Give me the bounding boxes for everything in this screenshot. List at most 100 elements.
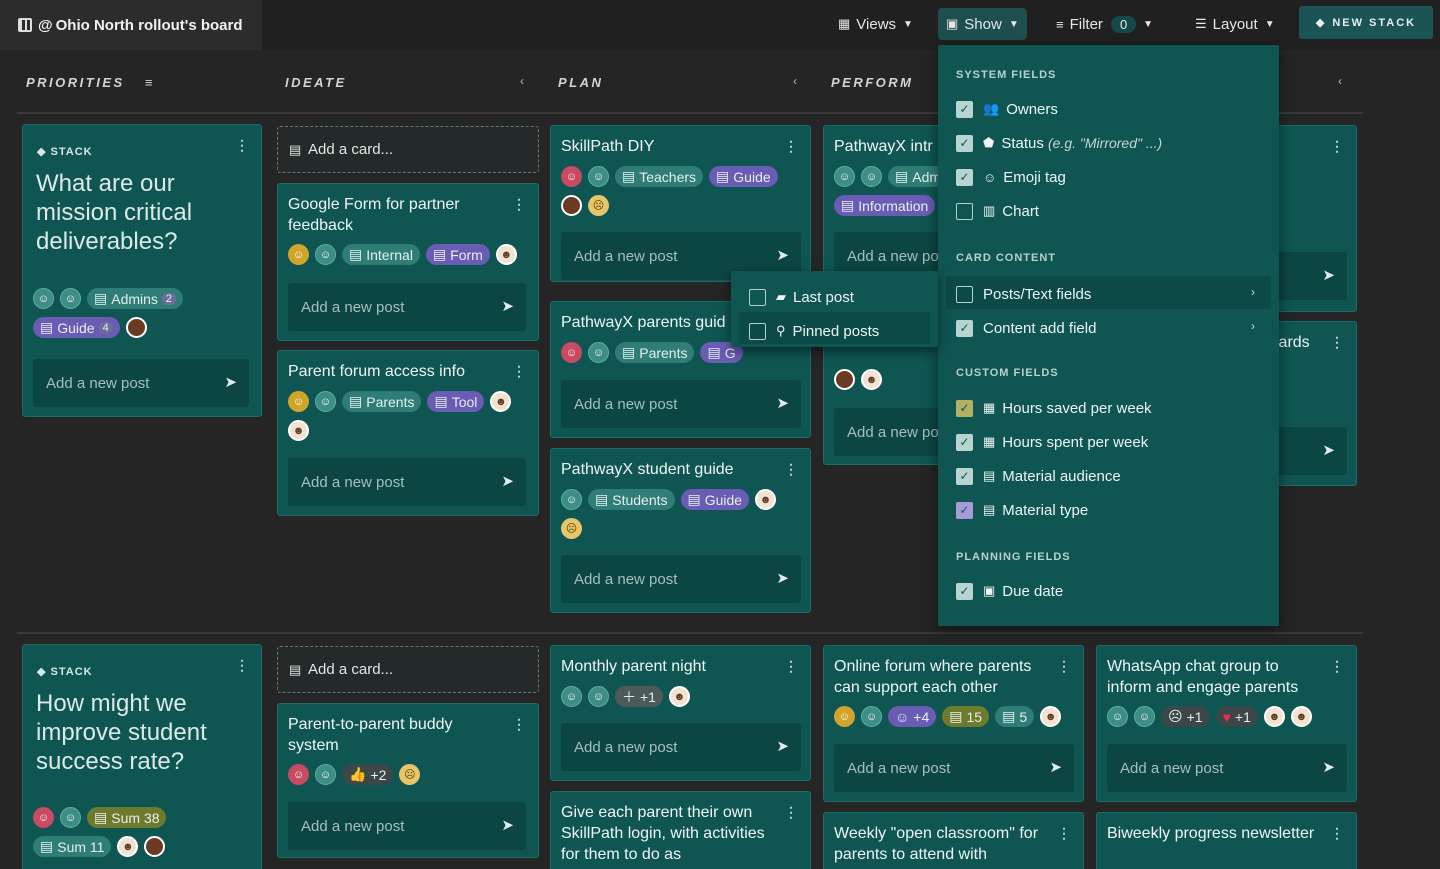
option-status[interactable]: ✓ ⬟ Status (e.g. "Mirrored" ...): [956, 131, 1162, 155]
more-options-icon[interactable]: ⋮: [784, 461, 798, 478]
add-post-input[interactable]: Add a new post ➤: [561, 555, 801, 603]
checkbox-checked[interactable]: ✓: [956, 582, 973, 600]
card[interactable]: ⋮ ➤: [1270, 125, 1357, 312]
more-options-icon[interactable]: ⋮: [1057, 825, 1071, 842]
tag-guide[interactable]: ▤ Guide: [680, 489, 750, 510]
send-icon[interactable]: ➤: [776, 737, 789, 755]
option-hours-saved[interactable]: ✓ ▦ Hours saved per week: [956, 396, 1152, 420]
card[interactable]: PathwayX student guide ⋮ ☺ ▤ Students ▤ …: [550, 448, 811, 613]
more-options-icon[interactable]: ⋮: [1330, 825, 1344, 842]
send-icon[interactable]: ➤: [1322, 441, 1335, 459]
views-button[interactable]: ▦ Views ▼: [830, 8, 921, 40]
more-options-icon[interactable]: ⋮: [784, 804, 798, 821]
tag-parents[interactable]: ▤ Parents: [615, 342, 695, 363]
more-options-icon[interactable]: ⋮: [784, 658, 798, 675]
option-material-audience[interactable]: ✓ ▤ Material audience: [956, 464, 1121, 488]
checkbox-checked[interactable]: ✓: [956, 433, 973, 451]
option-owners[interactable]: ✓ 👥 Owners: [956, 97, 1058, 121]
add-post-input[interactable]: Add a new post ➤: [1107, 744, 1347, 792]
card[interactable]: WhatsApp chat group to inform and engage…: [1096, 645, 1357, 802]
tag-information[interactable]: ▤ Information: [834, 195, 936, 216]
checkbox-unchecked[interactable]: [956, 202, 973, 220]
tag-students[interactable]: ▤ Students: [588, 489, 675, 510]
chevron-right-icon[interactable]: ›: [1251, 319, 1255, 333]
add-post-input[interactable]: Add a new post ➤: [561, 723, 801, 771]
more-options-icon[interactable]: ⋮: [235, 657, 249, 674]
card[interactable]: Parent forum access info ⋮ ☺ ☺ ▤ Parents…: [277, 350, 539, 516]
card[interactable]: Weekly "open classroom" for parents to a…: [823, 812, 1084, 869]
emoji-reaction[interactable]: ＋ +1: [615, 686, 663, 707]
option-posts-text-fields[interactable]: Posts/Text fields: [956, 282, 1091, 306]
send-icon[interactable]: ➤: [501, 297, 514, 315]
emoji-reaction[interactable]: ♥ +1: [1215, 706, 1258, 727]
add-card-button[interactable]: ▤ Add a card...: [277, 646, 539, 693]
tag-tool[interactable]: ▤ Tool: [427, 391, 485, 412]
checkbox-unchecked[interactable]: [749, 322, 766, 340]
stack-card[interactable]: ◆ STACK ⋮ What are our mission critical …: [22, 124, 262, 417]
more-options-icon[interactable]: ⋮: [512, 716, 526, 733]
add-post-input[interactable]: Add a new post ➤: [288, 458, 526, 506]
option-due-date[interactable]: ✓ ▣ Due date: [956, 579, 1063, 603]
send-icon[interactable]: ➤: [1322, 758, 1335, 776]
card[interactable]: Biweekly progress newsletter ⋮: [1096, 812, 1357, 869]
add-post-input[interactable]: Add a new post ➤: [33, 359, 249, 407]
card[interactable]: Google Form for partner feedback ⋮ ☺ ☺ ▤…: [277, 183, 539, 341]
option-content-add-field[interactable]: ✓ Content add field: [956, 316, 1096, 340]
add-post-input[interactable]: Add a new po: [834, 408, 944, 456]
option-hours-spent[interactable]: ✓ ▦ Hours spent per week: [956, 430, 1148, 454]
more-options-icon[interactable]: ⋮: [1330, 334, 1344, 351]
emoji-reaction[interactable]: ☹ +1: [1161, 706, 1210, 727]
option-pinned-posts[interactable]: ⚲ Pinned posts: [749, 319, 879, 343]
send-icon[interactable]: ➤: [501, 472, 514, 490]
add-post-input[interactable]: Add a new post ➤: [288, 802, 526, 850]
option-last-post[interactable]: ▰ Last post: [749, 285, 854, 309]
card[interactable]: Monthly parent night ⋮ ☺ ☺ ＋ +1 ☻ Add a n…: [550, 645, 811, 781]
checkbox-checked[interactable]: ✓: [956, 501, 973, 519]
card[interactable]: PathwayX intr ☺ ☺ ▤ Adm ▤ Information Ad…: [823, 125, 949, 282]
add-post-input[interactable]: Add a new post ➤: [834, 744, 1074, 792]
add-post-input[interactable]: ➤: [1271, 252, 1347, 300]
more-options-icon[interactable]: ⋮: [784, 138, 798, 155]
tag-internal[interactable]: ▤ Internal: [342, 244, 420, 265]
more-options-icon[interactable]: ⋮: [1330, 658, 1344, 675]
sort-icon[interactable]: ≡: [145, 75, 155, 90]
checkbox-checked[interactable]: ✓: [956, 399, 973, 417]
tag-admins[interactable]: ▤ Admins 2: [87, 288, 184, 309]
checkbox-checked[interactable]: ✓: [956, 168, 973, 186]
card[interactable]: Online forum where parents can support e…: [823, 645, 1084, 802]
checkbox-unchecked[interactable]: [749, 288, 766, 306]
checkbox-checked[interactable]: ✓: [956, 467, 973, 485]
tag-parents[interactable]: ▤ Parents: [342, 391, 422, 412]
more-options-icon[interactable]: ⋮: [1057, 658, 1071, 675]
card[interactable]: lards ⋮ ➤: [1270, 321, 1357, 486]
more-options-icon[interactable]: ⋮: [512, 196, 526, 213]
stack-card[interactable]: ◆ STACK ⋮ How might we improve student s…: [22, 644, 262, 869]
tag-form[interactable]: ▤ Form: [425, 244, 490, 265]
add-post-input[interactable]: Add a new post ➤: [288, 283, 526, 331]
filter-button[interactable]: ≡ Filter 0 ▼: [1048, 8, 1161, 40]
send-icon[interactable]: ➤: [776, 246, 789, 264]
add-post-input[interactable]: ➤: [1271, 427, 1347, 475]
send-icon[interactable]: ➤: [1322, 266, 1335, 284]
chevron-right-icon[interactable]: ›: [1251, 285, 1255, 299]
send-icon[interactable]: ➤: [776, 569, 789, 587]
checkbox-checked[interactable]: ✓: [956, 319, 973, 337]
option-emoji-tag[interactable]: ✓ ☺ Emoji tag: [956, 165, 1066, 189]
tag-guide[interactable]: ▤ Guide 4: [33, 317, 120, 338]
tag-guide[interactable]: ▤ Guide: [709, 166, 778, 187]
layout-button[interactable]: ☰ Layout ▼: [1187, 8, 1283, 40]
board-title[interactable]: @ Ohio North rollout's board: [0, 0, 262, 50]
add-post-input[interactable]: Add a new post ➤: [561, 380, 801, 428]
collapse-chevron-icon[interactable]: ‹: [793, 74, 797, 88]
new-stack-button[interactable]: ◆ NEW STACK: [1299, 6, 1433, 39]
send-icon[interactable]: ➤: [776, 394, 789, 412]
card[interactable]: SkillPath DIY ⋮ ☺ ☺ ▤ Teachers ▤ Guide ☹…: [550, 125, 811, 282]
emoji-reaction[interactable]: 👍 +2: [342, 764, 394, 785]
tag-teachers[interactable]: ▤ Teachers: [615, 166, 704, 187]
checkbox-checked[interactable]: ✓: [956, 100, 973, 118]
option-material-type[interactable]: ✓ ▤ Material type: [956, 498, 1088, 522]
checkbox-checked[interactable]: ✓: [956, 134, 973, 152]
card[interactable]: Parent-to-parent buddy system ⋮ ☺ ☺ 👍 +2 …: [277, 703, 539, 858]
collapse-chevron-icon[interactable]: ‹: [520, 74, 524, 88]
send-icon[interactable]: ➤: [224, 373, 237, 391]
